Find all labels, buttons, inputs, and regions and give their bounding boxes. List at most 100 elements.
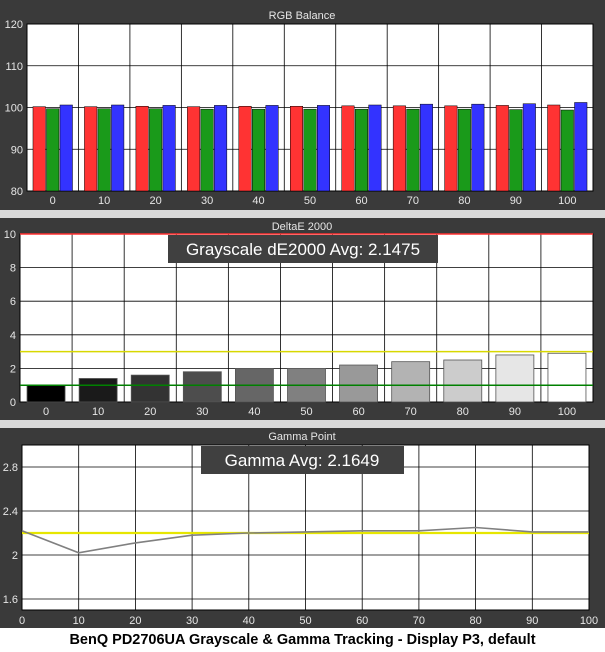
rgb-title: RGB Balance	[269, 10, 336, 22]
de-y-tick-label: 8	[10, 263, 16, 275]
rgb-bar-blue	[522, 103, 536, 192]
gamma-x-tick-label: 90	[526, 615, 538, 627]
rgb-bar-blue	[419, 103, 433, 192]
rgb-bar-green	[354, 108, 368, 192]
de-x-tick-label: 80	[457, 406, 469, 418]
de-y-tick-label: 10	[4, 229, 16, 241]
de-annotation-text: Grayscale dE2000 Avg: 2.1475	[186, 240, 420, 259]
rgb-bar-blue	[162, 105, 176, 192]
gamma-x-tick-label: 70	[413, 615, 425, 627]
de-x-tick-label: 90	[509, 406, 521, 418]
de-x-tick-label: 0	[43, 406, 49, 418]
rgb-x-tick-label: 50	[304, 195, 316, 207]
rgb-bar-red	[187, 106, 201, 192]
rgb-x-tick-label: 10	[98, 195, 110, 207]
rgb-bar-blue	[111, 104, 125, 192]
gamma-x-tick-label: 80	[469, 615, 481, 627]
rgb-x-tick-label: 30	[201, 195, 213, 207]
rgb-bar-red	[290, 105, 303, 192]
de-x-tick-label: 40	[248, 406, 260, 418]
gamma-annotation: Gamma Avg: 2.1649	[201, 446, 404, 474]
rgb-bar-red	[32, 106, 46, 192]
gamma-x-tick-label: 50	[299, 615, 311, 627]
rgb-bar-red	[341, 105, 355, 192]
gamma-x-tick-label: 100	[580, 615, 598, 627]
rgb-bar-red	[238, 105, 252, 192]
rgb-bar-blue	[574, 102, 588, 192]
rgb-bar-green	[149, 108, 163, 192]
rgb-bar-blue	[368, 104, 382, 192]
de-bar	[339, 364, 378, 403]
gamma-y-tick-label: 2.8	[3, 462, 18, 474]
figure-caption: BenQ PD2706UA Grayscale & Gamma Tracking…	[0, 628, 605, 652]
de-x-tick-label: 70	[405, 406, 417, 418]
rgb-bar-red	[495, 105, 509, 192]
rgb-x-tick-label: 70	[407, 195, 419, 207]
de-bar	[130, 374, 170, 403]
gamma-y-tick-label: 2.4	[3, 506, 18, 518]
rgb-bar-red	[444, 105, 458, 192]
de-x-tick-label: 10	[92, 406, 104, 418]
rgb-bar-red	[392, 105, 406, 192]
rgb-bar-blue	[265, 105, 279, 192]
rgb-x-tick-label: 60	[355, 195, 367, 207]
rgb-y-tick-label: 120	[5, 19, 23, 31]
de-chart: DeltaE 200002468100 10 20 30 40 50 60 70 80 90 100…	[4, 221, 594, 418]
de-y-tick-label: 0	[10, 397, 16, 409]
de-bar	[78, 378, 118, 403]
gamma-x-tick-label: 10	[73, 615, 85, 627]
rgb-bar-red	[547, 104, 561, 192]
de-bar	[547, 352, 587, 403]
figure: RGB Balance 80 90 100 110 120 0 10 20 30 40 50 60 70 8…	[0, 0, 605, 652]
rgb-bar-green	[406, 108, 420, 192]
rgb-bar-green	[560, 109, 574, 192]
de-x-tick-label: 30	[196, 406, 208, 418]
rgb-x-tick-label: 80	[458, 195, 470, 207]
rgb-bar-green	[46, 108, 60, 192]
rgb-y-tick-label: 90	[11, 144, 23, 156]
de-y-tick-label: 6	[10, 296, 16, 308]
de-title: DeltaE 2000	[272, 221, 333, 233]
panel-separator	[0, 210, 605, 218]
de-bar	[182, 371, 222, 403]
charts-canvas: RGB Balance80901001101200 10 20 30 40 50 60 70 8…	[0, 10, 605, 627]
rgb-bar-red	[84, 106, 98, 192]
rgb-bar-blue	[59, 104, 73, 192]
rgb-bar-green	[200, 108, 214, 192]
gamma-x-tick-label: 20	[129, 615, 141, 627]
rgb-bar-blue	[317, 105, 330, 192]
rgb-bar-green	[509, 109, 523, 192]
rgb-bar-green	[457, 108, 471, 192]
rgb-y-tick-label: 100	[5, 103, 23, 115]
gamma-annotation-text: Gamma Avg: 2.1649	[225, 451, 380, 470]
gamma-x-tick-label: 40	[243, 615, 255, 627]
rgb-bar-green	[252, 108, 266, 192]
gamma-y-tick-label: 2	[12, 550, 18, 562]
rgb-bar-green	[97, 108, 111, 192]
de-x-tick-label: 50	[300, 406, 312, 418]
de-x-tick-label: 60	[352, 406, 364, 418]
rgb-x-tick-label: 20	[150, 195, 162, 207]
rgb-bar-red	[135, 105, 149, 192]
rgb-x-tick-label: 90	[510, 195, 522, 207]
gamma-x-tick-label: 0	[19, 615, 25, 627]
de-y-tick-label: 2	[10, 363, 16, 375]
de-x-tick-label: 100	[558, 406, 576, 418]
rgb-bar-blue	[214, 105, 228, 192]
rgb-y-tick-label: 110	[5, 61, 23, 73]
de-bar	[495, 354, 535, 403]
rgb-x-tick-label: 100	[558, 195, 576, 207]
rgb-x-tick-label: 40	[252, 195, 264, 207]
gamma-x-tick-label: 60	[356, 615, 368, 627]
rgb-chart: RGB Balance 80 90 100 110 120 0 10 20 30 40 50 60 70 8…	[5, 10, 594, 207]
de-y-tick-label: 4	[10, 330, 16, 342]
rgb-bar-green	[303, 108, 317, 192]
panel-separator	[0, 420, 605, 428]
rgb-y-tick-label: 80	[11, 186, 23, 198]
de-x-tick-label: 20	[144, 406, 156, 418]
de-bar	[26, 384, 66, 403]
gamma-x-tick-label: 30	[186, 615, 198, 627]
rgb-bar-blue	[471, 103, 485, 192]
rgb-x-tick-label: 0	[50, 195, 56, 207]
de-bar	[391, 361, 431, 403]
